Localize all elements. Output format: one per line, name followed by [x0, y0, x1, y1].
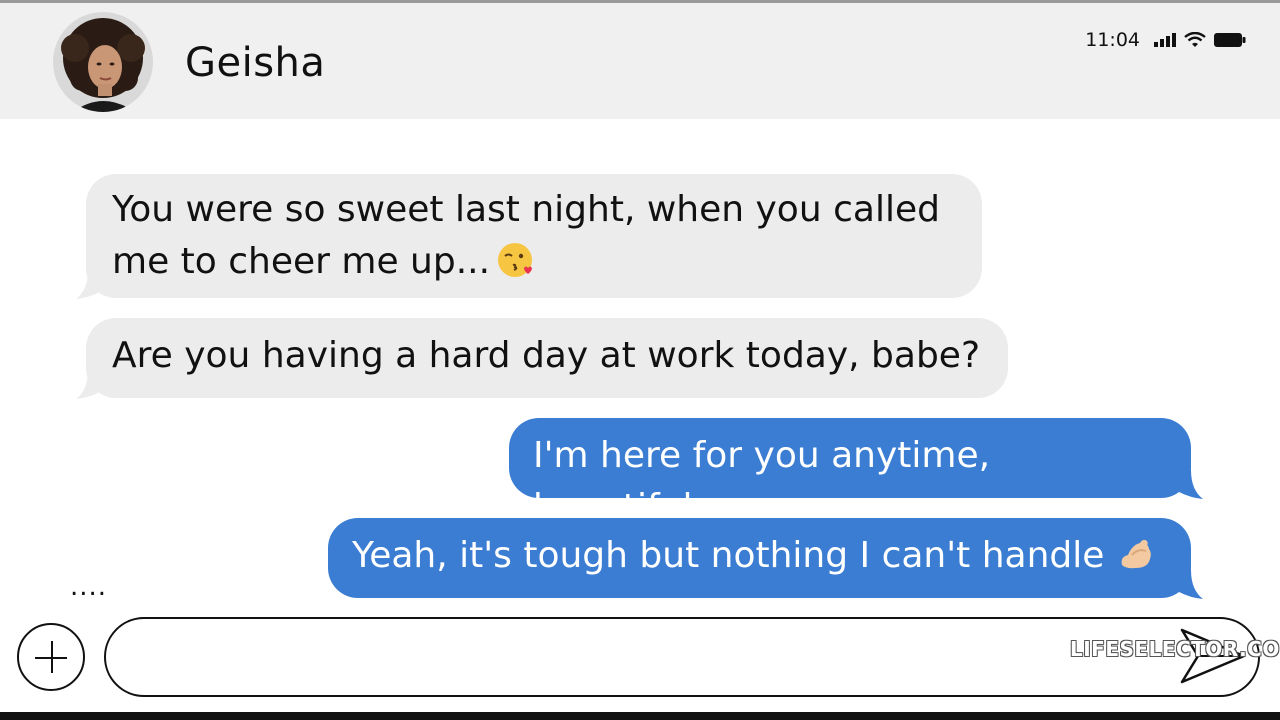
status-bar: 11:04: [1085, 28, 1246, 52]
message-bubble-incoming: Are you having a hard day at work today,…: [86, 318, 1008, 398]
signal-icon: [1154, 33, 1176, 47]
wifi-icon: [1184, 32, 1206, 48]
contact-name[interactable]: Geisha: [185, 40, 325, 86]
message-bubble-outgoing: I'm here for you anytime, beautiful.: [509, 418, 1191, 528]
watermark-logo: LIFESELECTOR.COM: [1070, 637, 1280, 661]
message-bubble-incoming: You were so sweet last night, when you c…: [86, 174, 982, 298]
bubble-tail: [76, 270, 100, 299]
bubble-tail: [1179, 570, 1203, 599]
message-bubble-outgoing: Yeah, it's tough but nothing I can't han…: [328, 518, 1191, 598]
avatar[interactable]: [53, 12, 153, 112]
bubble-tail: [76, 370, 100, 399]
message-text-line: Yeah, it's tough but nothing I can't han…: [352, 535, 1105, 576]
status-time: 11:04: [1085, 29, 1140, 51]
plus-icon[interactable]: [17, 623, 85, 691]
message-text-line: me to cheer me up...: [112, 241, 491, 282]
flexed-biceps-emoji-icon: [1118, 535, 1156, 573]
message-text-line: Are you having a hard day at work today,…: [112, 335, 981, 376]
typing-indicator: ....: [70, 572, 108, 602]
message-text-line: You were so sweet last night, when you c…: [112, 189, 940, 230]
bubble-tail: [1179, 470, 1203, 499]
kiss-wink-emoji-icon: [496, 241, 534, 279]
chat-header: Geisha 11:04: [0, 3, 1280, 119]
battery-icon: [1214, 33, 1246, 47]
bottom-border: [0, 712, 1280, 720]
